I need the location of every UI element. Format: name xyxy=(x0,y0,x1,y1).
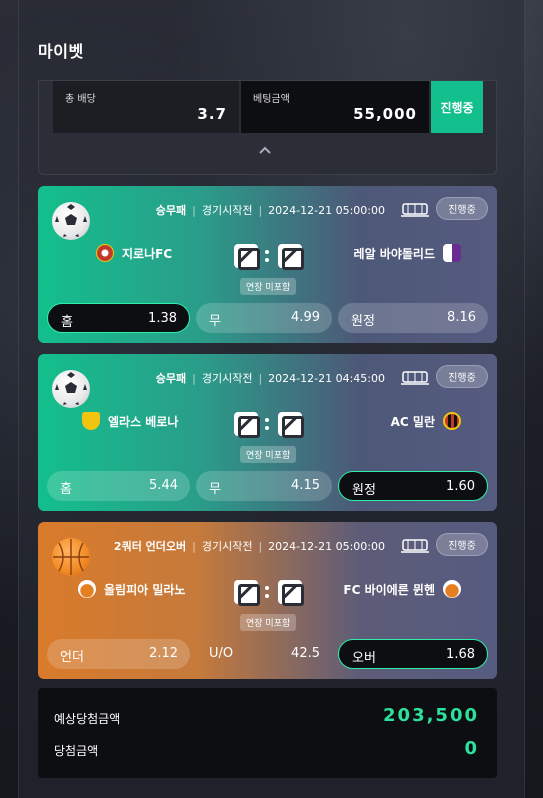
start-status: 경기시작전 xyxy=(201,372,253,385)
extension-note: 연장 미포함 xyxy=(240,446,297,463)
odds-value: 1.60 xyxy=(446,479,475,494)
odds-value: 42.5 xyxy=(291,646,320,661)
odds-home[interactable]: 홈 5.44 xyxy=(47,471,190,501)
away-score xyxy=(278,412,304,438)
odds-label: 오버 xyxy=(352,651,376,666)
match-meta: 2쿼터 언더오버 | 경기시작전 | 2024-12-21 05:00:00 xyxy=(113,539,385,554)
odds-line: U/O 42.5 xyxy=(196,639,332,669)
basketball-icon xyxy=(52,538,90,576)
match-datetime: 2024-12-21 04:45:00 xyxy=(268,371,385,385)
home-score xyxy=(234,244,260,270)
away-team: FC 바이에른 뮌헨 xyxy=(343,580,461,598)
stadium-icon xyxy=(401,539,429,553)
odds-over[interactable]: 오버 1.68 xyxy=(338,639,488,669)
odds-value: 4.99 xyxy=(291,310,320,325)
market-type: 승무패 xyxy=(155,204,187,217)
odds-value: 1.68 xyxy=(446,647,475,662)
verona-logo-icon xyxy=(82,412,100,430)
girona-logo-icon xyxy=(96,244,114,262)
away-team: AC 밀란 xyxy=(391,412,461,430)
odds-away[interactable]: 원정 1.60 xyxy=(338,471,488,501)
total-odds-label: 총 배당 xyxy=(65,94,96,105)
market-type: 승무패 xyxy=(155,372,187,385)
bet-amount: 베팅금액 55,000 xyxy=(241,81,429,133)
home-team: 지로나FC xyxy=(96,244,172,262)
match-card: 승무패 | 경기시작전 | 2024-12-21 04:45:00 진행중 엘라… xyxy=(38,354,497,511)
score xyxy=(234,580,304,606)
ac-milan-logo-icon xyxy=(443,412,461,430)
extension-note: 연장 미포함 xyxy=(240,278,297,295)
page-title: 마이벳 xyxy=(38,42,84,61)
odds-value: 2.12 xyxy=(149,646,178,661)
odds-value: 8.16 xyxy=(447,310,476,325)
away-score xyxy=(278,244,304,270)
odds-value: 5.44 xyxy=(149,478,178,493)
match-status-badge: 진행중 xyxy=(436,365,488,388)
odds-label: 무 xyxy=(209,314,221,329)
total-odds-value: 3.7 xyxy=(197,105,227,123)
expected-winnings-value: 203,500 xyxy=(383,705,479,726)
away-team: 레알 바야돌리드 xyxy=(354,244,461,262)
match-status-badge: 진행중 xyxy=(436,533,488,556)
bet-amount-value: 55,000 xyxy=(353,105,417,123)
odds-label: 언더 xyxy=(60,650,84,665)
away-score xyxy=(278,580,304,606)
odds-label: 원정 xyxy=(352,483,376,498)
valladolid-logo-icon xyxy=(443,244,461,262)
bet-status-button[interactable]: 진행중 xyxy=(431,81,483,133)
odds-value: 1.38 xyxy=(148,311,177,326)
start-status: 경기시작전 xyxy=(201,204,253,217)
odds-label: 원정 xyxy=(351,314,375,329)
odds-label: U/O xyxy=(209,646,234,661)
away-team-name: AC 밀란 xyxy=(390,414,435,429)
match-meta: 승무패 | 경기시작전 | 2024-12-21 05:00:00 xyxy=(155,203,385,218)
home-score xyxy=(234,580,260,606)
home-team: 올림피아 밀라노 xyxy=(78,580,185,598)
home-team: 엘라스 베로나 xyxy=(82,412,178,430)
odds-label: 홈 xyxy=(60,482,72,497)
market-type: 2쿼터 언더오버 xyxy=(113,540,187,553)
match-meta: 승무패 | 경기시작전 | 2024-12-21 04:45:00 xyxy=(155,371,385,386)
bet-summary: 총 배당 3.7 베팅금액 55,000 진행중 xyxy=(38,80,497,175)
start-status: 경기시작전 xyxy=(201,540,253,553)
soccer-ball-icon xyxy=(52,370,90,408)
basketball-team-logo-icon xyxy=(78,580,96,598)
odds-label: 무 xyxy=(209,482,221,497)
home-team-name: 올림피아 밀라노 xyxy=(104,582,186,597)
home-team-name: 지로나FC xyxy=(122,246,173,261)
extension-note: 연장 미포함 xyxy=(240,614,297,631)
odds-away[interactable]: 원정 8.16 xyxy=(338,303,488,333)
away-team-name: 레알 바야돌리드 xyxy=(353,246,435,261)
odds-label: 홈 xyxy=(61,315,73,330)
score xyxy=(234,412,304,438)
odds-home[interactable]: 홈 1.38 xyxy=(47,303,190,333)
winnings-box: 예상당첨금액 203,500 당첨금액 0 xyxy=(38,688,497,778)
soccer-ball-icon xyxy=(52,202,90,240)
basketball-team-logo-icon xyxy=(443,580,461,598)
odds-draw[interactable]: 무 4.15 xyxy=(196,471,332,501)
away-team-name: FC 바이에른 뮌헨 xyxy=(343,582,435,597)
home-score xyxy=(234,412,260,438)
odds-under[interactable]: 언더 2.12 xyxy=(47,639,190,669)
match-status-badge: 진행중 xyxy=(436,197,488,220)
winnings-value: 0 xyxy=(464,738,479,759)
match-card: 2쿼터 언더오버 | 경기시작전 | 2024-12-21 05:00:00 진… xyxy=(38,522,497,679)
match-datetime: 2024-12-21 05:00:00 xyxy=(268,539,385,553)
winnings-label: 당첨금액 xyxy=(54,744,99,758)
match-datetime: 2024-12-21 05:00:00 xyxy=(268,203,385,217)
bet-amount-label: 베팅금액 xyxy=(253,94,290,105)
score xyxy=(234,244,304,270)
match-card: 승무패 | 경기시작전 | 2024-12-21 05:00:00 진행중 지로… xyxy=(38,186,497,343)
odds-draw[interactable]: 무 4.99 xyxy=(196,303,332,333)
odds-value: 4.15 xyxy=(291,478,320,493)
expected-winnings-label: 예상당첨금액 xyxy=(54,712,121,726)
home-team-name: 엘라스 베로나 xyxy=(108,414,179,429)
total-odds: 총 배당 3.7 xyxy=(53,81,239,133)
stadium-icon xyxy=(401,203,429,217)
stadium-icon xyxy=(401,371,429,385)
chevron-up-icon[interactable] xyxy=(258,143,272,157)
